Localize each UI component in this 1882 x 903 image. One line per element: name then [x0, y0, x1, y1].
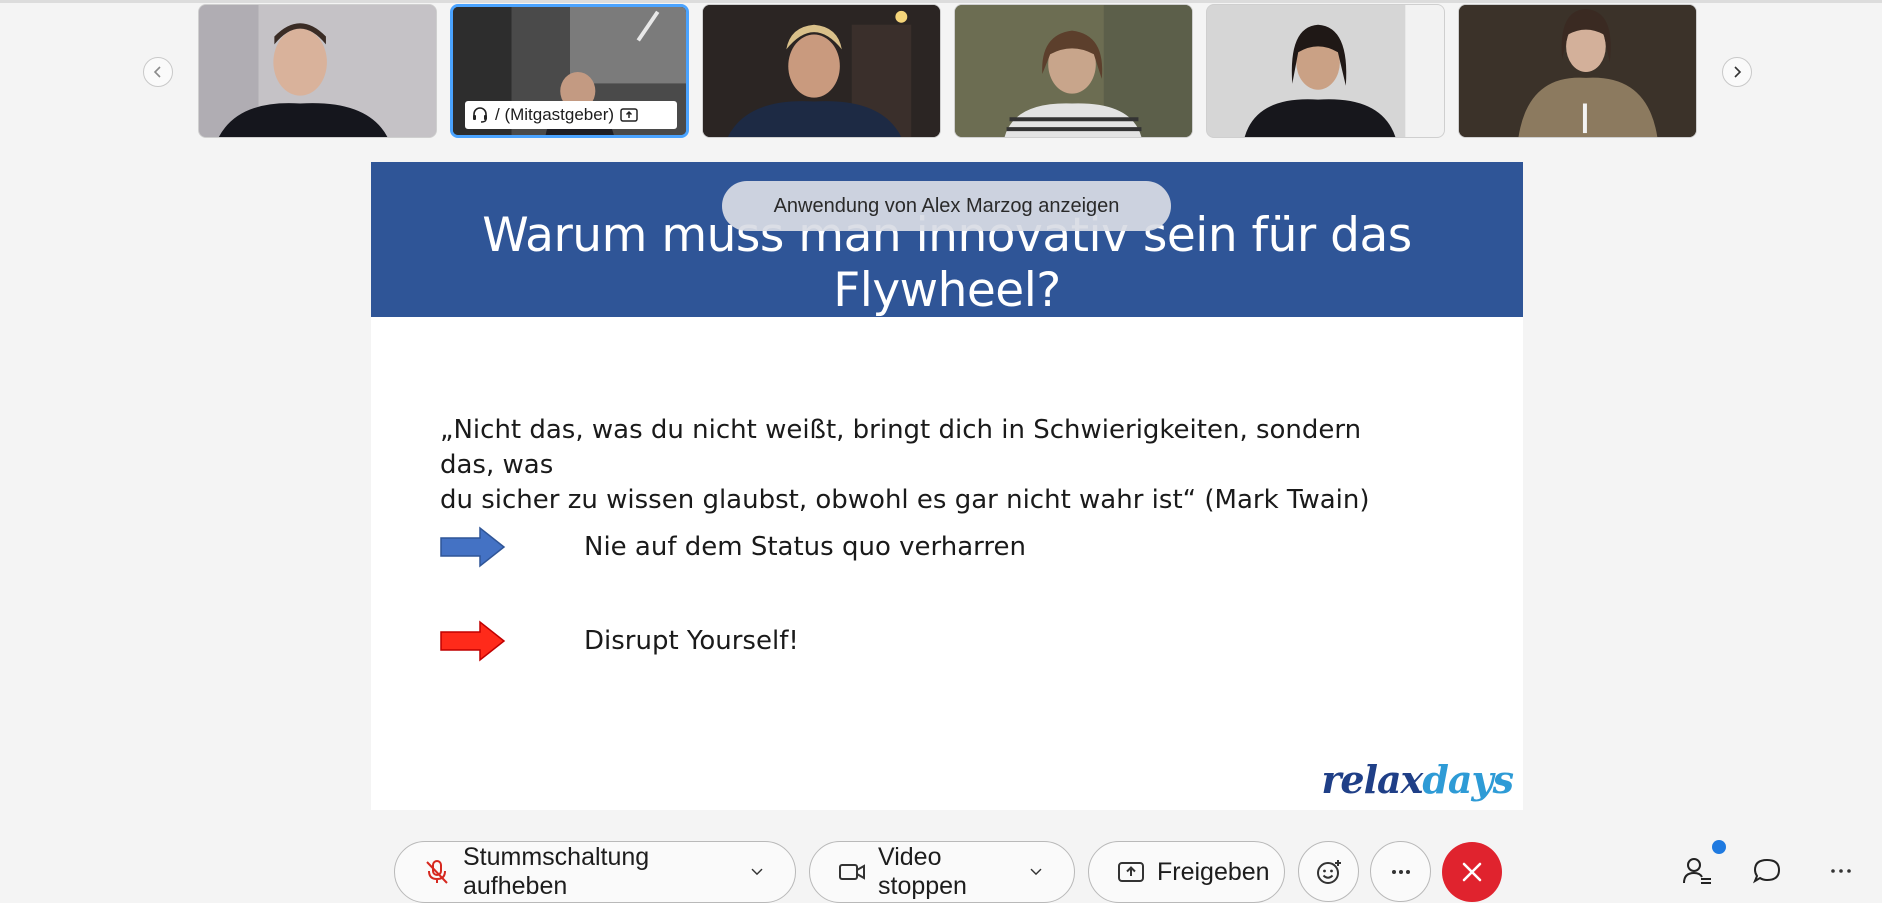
- participant-name: / (Mitgastgeber): [495, 105, 615, 124]
- participant-video-5: [1207, 5, 1444, 137]
- arrow-right-icon: [440, 620, 506, 662]
- video-camera-icon: [839, 864, 865, 880]
- chat-bubble-icon: [1752, 858, 1781, 884]
- participants-button[interactable]: [1678, 852, 1716, 890]
- emoji-add-icon: [1316, 859, 1341, 884]
- video-label: Video stoppen: [878, 843, 967, 900]
- share-button[interactable]: Freigeben: [1088, 841, 1285, 903]
- slide-quote: „Nicht das, was du nicht weißt, bringt d…: [440, 413, 1420, 518]
- slide-quote-line-1: „Nicht das, was du nicht weißt, bringt d…: [440, 415, 1362, 480]
- filmstrip-prev-button[interactable]: [143, 57, 173, 87]
- ellipsis-icon: [1391, 869, 1410, 874]
- share-screen-icon: [1118, 862, 1144, 882]
- participant-video-tile-3[interactable]: [702, 4, 941, 138]
- chevron-down-icon[interactable]: [1026, 862, 1046, 882]
- notification-badge: [1712, 840, 1726, 854]
- participant-video-1: [199, 5, 436, 137]
- participant-name-tag: / (Mitgastgeber): [465, 101, 677, 129]
- chevron-right-icon: [1734, 66, 1742, 78]
- chat-button[interactable]: [1748, 852, 1786, 890]
- chevron-down-icon[interactable]: [747, 862, 767, 882]
- participant-video-tile-4[interactable]: [954, 4, 1193, 138]
- unmute-label: Stummschaltung aufheben: [463, 843, 650, 900]
- share-label: Freigeben: [1157, 857, 1270, 886]
- top-divider: [0, 0, 1882, 3]
- shared-screen-slide: Warum muss man innovativ sein für das Fl…: [371, 162, 1523, 810]
- more-options-button[interactable]: [1370, 841, 1431, 902]
- chevron-left-icon: [153, 66, 161, 78]
- screen-share-icon: [620, 108, 638, 122]
- microphone-muted-icon: [426, 860, 448, 884]
- slide-quote-line-2: du sicher zu wissen glaubst, obwohl es g…: [440, 485, 1370, 515]
- sharing-indicator-banner[interactable]: Anwendung von Alex Marzog anzeigen: [722, 181, 1171, 231]
- filmstrip-next-button[interactable]: [1722, 57, 1752, 87]
- participant-video-tile-6[interactable]: [1458, 4, 1697, 138]
- close-icon: [1462, 862, 1482, 882]
- participant-video-4: [955, 5, 1192, 137]
- participant-video-3: [703, 5, 940, 137]
- slide-bullet-2: Disrupt Yourself!: [584, 626, 799, 656]
- panel-more-button[interactable]: [1822, 852, 1860, 890]
- participant-video-tile-5[interactable]: [1206, 4, 1445, 138]
- stop-video-button[interactable]: Video stoppen: [809, 841, 1075, 903]
- participants-icon: [1683, 858, 1711, 884]
- participant-video-6: [1459, 5, 1696, 137]
- headset-icon: [473, 107, 487, 123]
- sharing-indicator-text: Anwendung von Alex Marzog anzeigen: [773, 194, 1120, 217]
- participant-video-tile-1[interactable]: [198, 4, 437, 138]
- slide-bullet-1: Nie auf dem Status quo verharren: [584, 532, 1026, 562]
- participant-video-tile-2[interactable]: / (Mitgastgeber): [450, 4, 689, 138]
- leave-meeting-button[interactable]: [1442, 842, 1502, 902]
- reactions-button[interactable]: [1298, 841, 1359, 902]
- relaxdays-logo: relaxdays: [1321, 757, 1514, 802]
- arrow-right-icon: [440, 526, 506, 568]
- ellipsis-icon: [1831, 869, 1851, 873]
- unmute-button[interactable]: Stummschaltung aufheben: [394, 841, 796, 903]
